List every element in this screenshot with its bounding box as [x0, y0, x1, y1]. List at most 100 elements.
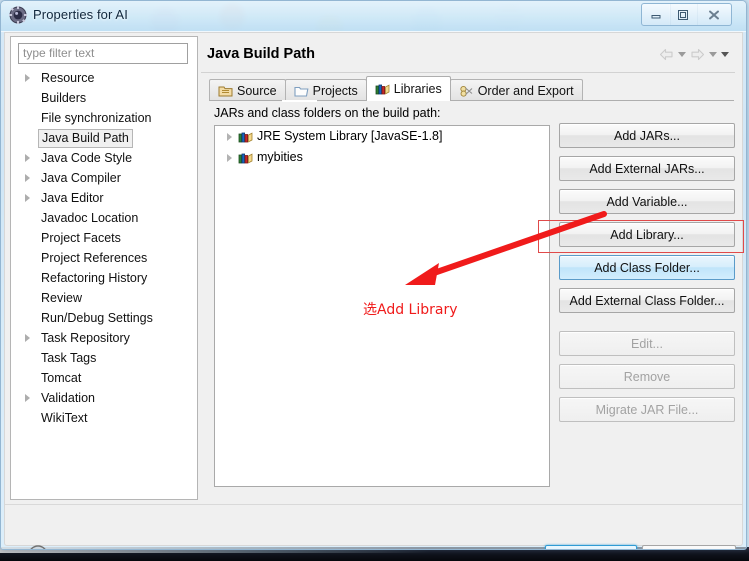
annotation-text: 选Add Library	[363, 302, 458, 318]
jar-list-item[interactable]: mybities	[215, 147, 549, 168]
filter-placeholder: type filter text	[23, 46, 95, 60]
sidebar-item-project-facets[interactable]: Project Facets	[11, 228, 197, 248]
sidebar-item-java-compiler[interactable]: Java Compiler	[11, 168, 197, 188]
sidebar-item-project-references[interactable]: Project References	[11, 248, 197, 268]
tab-source[interactable]: Source	[209, 79, 286, 101]
maximize-icon[interactable]	[669, 3, 698, 26]
sidebar-item-builders[interactable]: Builders	[11, 88, 197, 108]
close-icon[interactable]	[697, 3, 732, 26]
back-arrow-icon[interactable]	[659, 48, 674, 61]
sidebar-item-java-code-style[interactable]: Java Code Style	[11, 148, 197, 168]
forward-history-chevron-down-icon[interactable]	[709, 52, 717, 57]
help-icon[interactable]: ?	[27, 544, 49, 551]
page-pane: Java Build Path Source Projects Librarie…	[201, 36, 735, 498]
sidebar-item-validation[interactable]: Validation	[11, 388, 197, 408]
jar-list-item-label: JRE System Library [JavaSE-1.8]	[257, 129, 443, 143]
sidebar-item-label: Run/Debug Settings	[41, 311, 153, 325]
sidebar-item-tomcat[interactable]: Tomcat	[11, 368, 197, 388]
source-folder-icon	[218, 84, 233, 98]
chevron-right-icon[interactable]	[25, 194, 30, 202]
sidebar-item-task-repository[interactable]: Task Repository	[11, 328, 197, 348]
library-books-icon	[238, 151, 253, 164]
sidebar-item-label: Java Compiler	[41, 171, 121, 185]
chevron-right-icon[interactable]	[227, 154, 232, 162]
chevron-right-icon[interactable]	[227, 133, 232, 141]
tab-projects[interactable]: Projects	[284, 79, 367, 101]
button-add-class-folder[interactable]: Add Class Folder...	[559, 255, 735, 280]
button-migrate-jar-file: Migrate JAR File...	[559, 397, 735, 422]
page-nav-controls	[659, 48, 729, 61]
jar-list-label: JARs and class folders on the build path…	[214, 106, 441, 120]
library-books-icon	[238, 130, 253, 143]
chevron-right-icon[interactable]	[25, 154, 30, 162]
libraries-tab-body: JARs and class folders on the build path…	[209, 101, 735, 497]
button-add-external-jars[interactable]: Add External JARs...	[559, 156, 735, 181]
footer-divider	[5, 504, 742, 505]
window-title: Properties for AI	[33, 7, 128, 22]
minimize-icon[interactable]	[641, 3, 671, 26]
sidebar-item-wikitext[interactable]: WikiText	[11, 408, 197, 428]
tab-label: Libraries	[393, 82, 442, 96]
library-action-buttons: Add JARs... Add External JARs... Add Varia…	[559, 123, 735, 430]
sidebar-item-label: Validation	[41, 391, 95, 405]
chevron-right-icon[interactable]	[25, 74, 30, 82]
sidebar-item-refactoring-history[interactable]: Refactoring History	[11, 268, 197, 288]
sidebar-item-java-editor[interactable]: Java Editor	[11, 188, 197, 208]
sidebar-item-label: Review	[41, 291, 82, 305]
sidebar-item-label: Project References	[41, 251, 148, 265]
order-export-icon	[459, 84, 474, 98]
sidebar-item-label: Refactoring History	[41, 271, 148, 285]
sidebar-item-task-tags[interactable]: Task Tags	[11, 348, 197, 368]
sidebar-item-label: Java Code Style	[41, 151, 133, 165]
sidebar-item-label: File synchronization	[41, 111, 152, 125]
chevron-right-icon[interactable]	[25, 394, 30, 402]
button-edit: Edit...	[559, 331, 735, 356]
header-divider	[201, 72, 735, 73]
tab-label: Order and Export	[477, 83, 574, 98]
sidebar-item-javadoc-location[interactable]: Javadoc Location	[11, 208, 197, 228]
forward-arrow-icon[interactable]	[690, 48, 705, 61]
tab-order-and-export[interactable]: Order and Export	[449, 79, 583, 101]
filter-input-wrapper[interactable]: type filter text	[18, 43, 188, 64]
sidebar-item-label: Javadoc Location	[41, 211, 139, 225]
chevron-right-icon[interactable]	[25, 334, 30, 342]
active-tab-connector	[282, 100, 317, 102]
sidebar-item-review[interactable]: Review	[11, 288, 197, 308]
tab-label: Source	[237, 83, 277, 98]
sidebar-item-label: Project Facets	[41, 231, 121, 245]
back-history-chevron-down-icon[interactable]	[678, 52, 686, 57]
sidebar-item-label: Task Repository	[41, 331, 130, 345]
sidebar-item-label: Java Build Path	[38, 129, 133, 148]
tab-strip: Source Projects Libraries Order and Export	[209, 76, 583, 101]
sidebar-item-resource[interactable]: Resource	[11, 68, 197, 88]
page-title: Java Build Path	[207, 46, 315, 62]
window-titlebar: Properties for AI	[1, 1, 746, 32]
sidebar-item-label: Builders	[41, 91, 87, 105]
button-add-library[interactable]: Add Library...	[559, 222, 735, 247]
sidebar-item-label: WikiText	[41, 411, 88, 425]
sidebar-item-label: Resource	[41, 71, 95, 85]
jar-list-item[interactable]: JRE System Library [JavaSE-1.8]	[215, 126, 549, 147]
sidebar-item-label: Tomcat	[41, 371, 82, 385]
tab-libraries[interactable]: Libraries	[365, 76, 451, 101]
button-add-jars[interactable]: Add JARs...	[559, 123, 735, 148]
view-menu-icon[interactable]	[721, 52, 729, 57]
button-add-external-class-folder[interactable]: Add External Class Folder...	[559, 288, 735, 313]
settings-tree[interactable]: Resource Builders File synchronization Java…	[11, 68, 197, 499]
properties-gear-icon	[9, 6, 27, 24]
ok-button[interactable]: OK	[545, 545, 637, 549]
projects-folder-icon	[294, 84, 309, 98]
button-add-variable[interactable]: Add Variable...	[559, 189, 735, 214]
properties-dialog-window: Properties for AI type filter text Resou…	[0, 0, 747, 550]
sidebar-item-label: Java Editor	[41, 191, 104, 205]
dialog-client-area: type filter text Resource Builders File sy…	[4, 32, 743, 549]
libraries-books-icon	[375, 82, 390, 96]
sidebar-item-label: Task Tags	[41, 351, 97, 365]
cancel-button[interactable]: Cancel	[642, 545, 736, 549]
sidebar-item-java-build-path[interactable]: Java Build Path	[11, 128, 197, 148]
chevron-right-icon[interactable]	[25, 174, 30, 182]
sidebar-item-file-synchronization[interactable]: File synchronization	[11, 108, 197, 128]
sidebar-item-run-debug-settings[interactable]: Run/Debug Settings	[11, 308, 197, 328]
svg-text:?: ?	[35, 549, 40, 551]
button-remove: Remove	[559, 364, 735, 389]
